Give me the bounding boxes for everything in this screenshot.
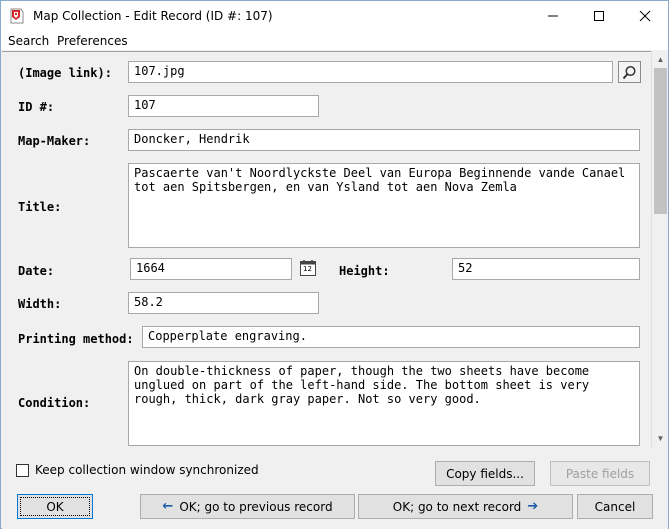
- printing-method-label: Printing method:: [18, 332, 134, 346]
- edit-record-window: Map Collection - Edit Record (ID #: 107)…: [0, 0, 669, 529]
- ok-label: OK: [46, 499, 64, 514]
- height-label: Height:: [339, 264, 390, 278]
- record-form: (Image link): 107.jpg ID #: 107 Map-Make…: [2, 51, 651, 447]
- scroll-down-arrow-icon[interactable]: ▼: [652, 430, 669, 447]
- form-scrollbar[interactable]: ▲ ▼: [651, 51, 668, 447]
- button-bar: Keep collection window synchronized Copy…: [2, 448, 668, 529]
- title-field[interactable]: Pascaerte van't Noordlyckste Deel van Eu…: [128, 163, 640, 248]
- next-record-label: OK; go to next record: [392, 499, 522, 514]
- copy-fields-button[interactable]: Copy fields...: [435, 461, 535, 486]
- ok-button[interactable]: OK: [17, 494, 93, 519]
- minimize-icon: [548, 15, 558, 17]
- sync-checkbox[interactable]: [16, 464, 29, 477]
- prev-record-button[interactable]: ← OK; go to previous record: [140, 494, 355, 519]
- map-maker-label: Map-Maker:: [18, 134, 91, 148]
- id-field[interactable]: 107: [128, 95, 319, 117]
- close-icon: [639, 10, 651, 22]
- image-link-label: (Image link):: [18, 66, 112, 80]
- calendar-day: 12: [303, 265, 312, 273]
- printing-method-field[interactable]: Copperplate engraving.: [142, 326, 640, 348]
- date-label: Date:: [18, 264, 55, 278]
- paste-fields-label: Paste fields: [565, 466, 635, 481]
- height-field[interactable]: 52: [452, 258, 640, 280]
- close-button[interactable]: [622, 1, 668, 31]
- width-field[interactable]: 58.2: [128, 292, 319, 314]
- image-search-button[interactable]: [618, 61, 641, 83]
- calendar-button[interactable]: 12: [297, 257, 319, 279]
- condition-label: Condition:: [18, 396, 91, 410]
- image-link-field[interactable]: 107.jpg: [128, 61, 613, 83]
- magnifier-icon: [622, 65, 636, 79]
- app-icon: [10, 8, 24, 24]
- menu-bar: Search Preferences: [1, 32, 668, 50]
- scroll-up-arrow-icon[interactable]: ▲: [652, 51, 669, 68]
- width-label: Width:: [18, 297, 62, 311]
- next-record-button[interactable]: OK; go to next record ➔: [358, 494, 573, 519]
- arrow-right-icon: ➔: [527, 499, 539, 514]
- map-maker-field[interactable]: Doncker, Hendrik: [128, 129, 640, 151]
- scroll-thumb[interactable]: [654, 68, 667, 214]
- id-label: ID #:: [18, 100, 55, 114]
- menu-preferences[interactable]: Preferences: [57, 34, 128, 48]
- paste-fields-button[interactable]: Paste fields: [550, 461, 650, 486]
- cancel-button[interactable]: Cancel: [577, 494, 653, 519]
- maximize-icon: [594, 11, 604, 21]
- date-field[interactable]: 1664: [130, 258, 292, 280]
- condition-field[interactable]: On double-thickness of paper, though the…: [128, 361, 640, 446]
- arrow-left-icon: ←: [162, 499, 174, 514]
- cancel-label: Cancel: [594, 499, 636, 514]
- prev-record-label: OK; go to previous record: [179, 499, 333, 514]
- title-bar[interactable]: Map Collection - Edit Record (ID #: 107): [1, 1, 668, 32]
- window-title: Map Collection - Edit Record (ID #: 107): [33, 9, 273, 23]
- minimize-button[interactable]: [530, 1, 576, 31]
- menu-search[interactable]: Search: [8, 34, 49, 48]
- maximize-button[interactable]: [576, 1, 622, 31]
- sync-checkbox-label[interactable]: Keep collection window synchronized: [35, 463, 259, 477]
- title-label: Title:: [18, 200, 62, 214]
- copy-fields-label: Copy fields...: [446, 466, 524, 481]
